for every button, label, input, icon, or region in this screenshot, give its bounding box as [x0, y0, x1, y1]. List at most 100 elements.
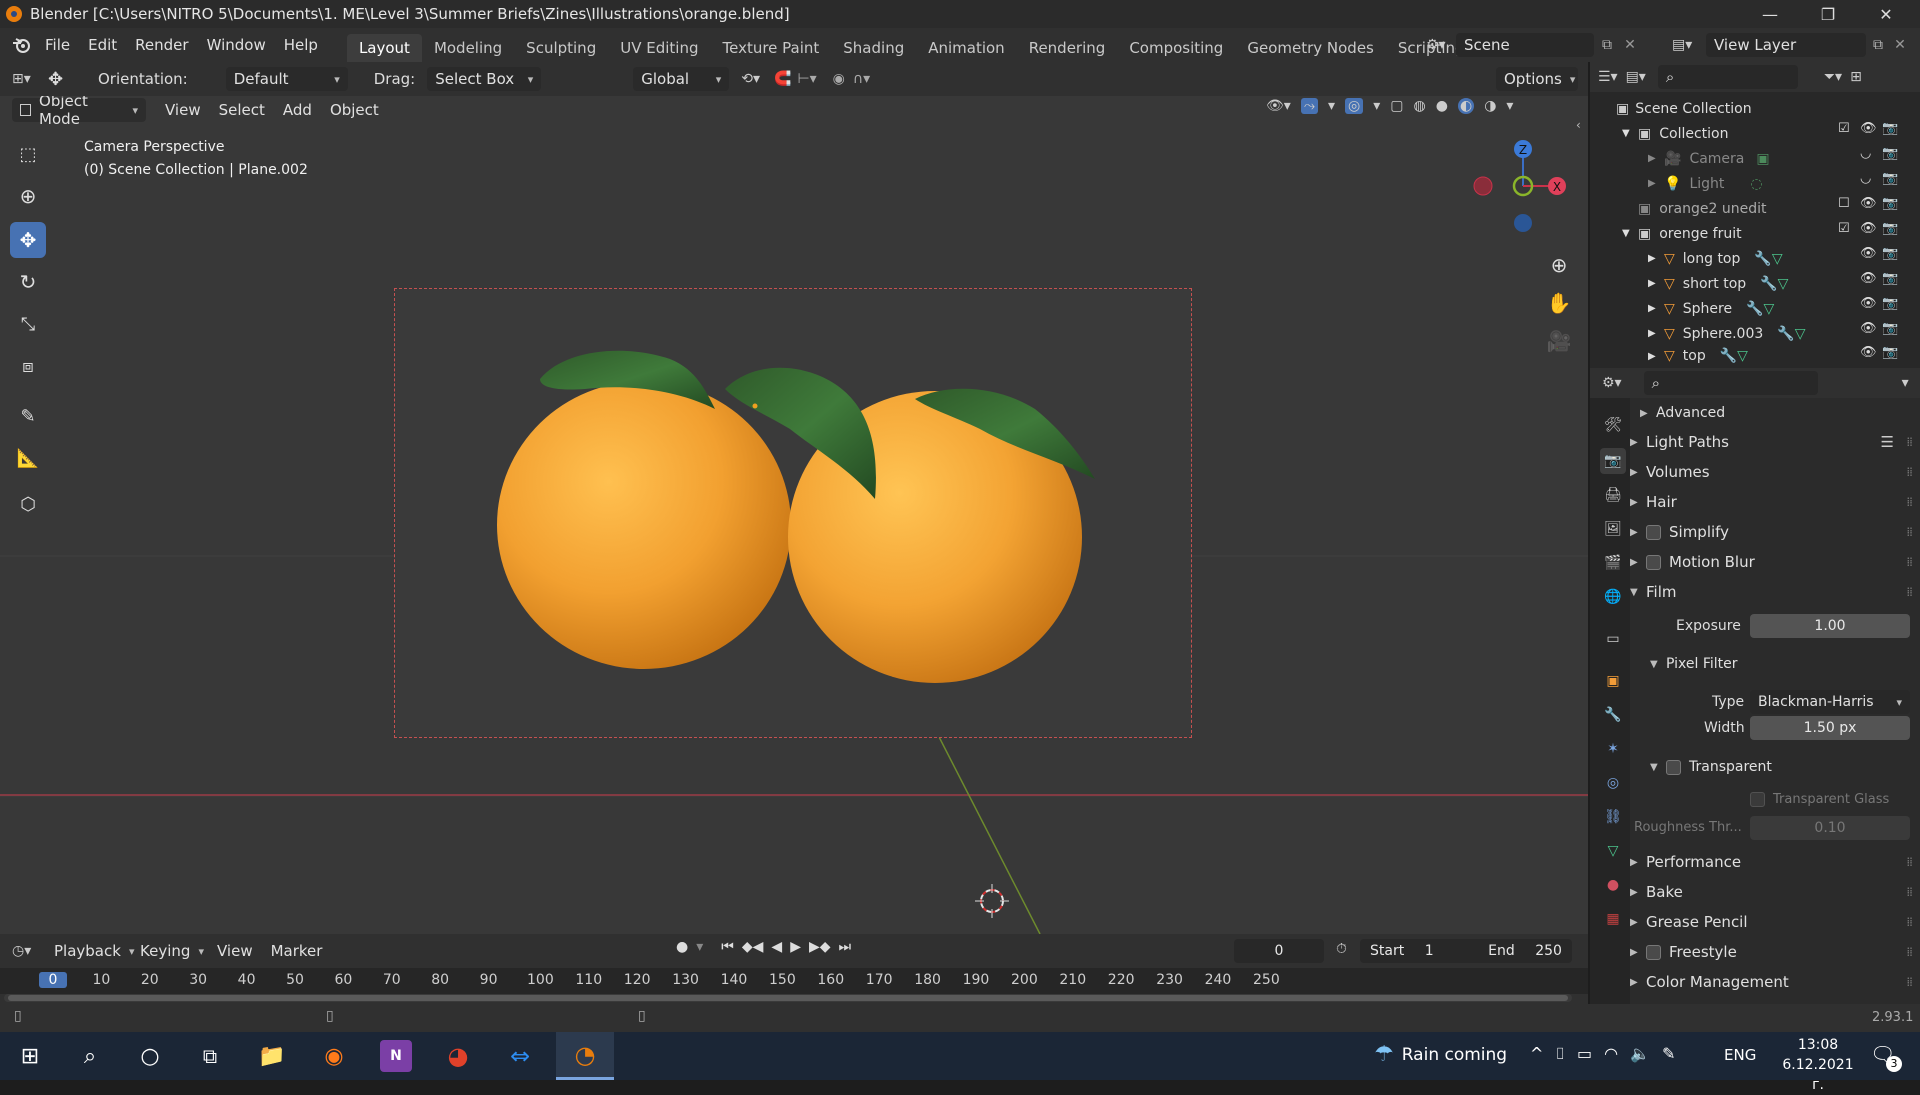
expand-arrow-icon[interactable]: ▶: [1648, 303, 1664, 314]
tab-compositing[interactable]: Compositing: [1117, 34, 1235, 62]
view-layer-selector[interactable]: ▤▾ View Layer ⧉ ✕: [1672, 33, 1910, 57]
blender-taskbar-icon[interactable]: ◔: [556, 1032, 614, 1080]
windows-start-icon[interactable]: ⊞: [14, 1040, 46, 1072]
eye-closed-icon[interactable]: ◡: [1860, 171, 1871, 186]
panel-motion-blur[interactable]: ▶ Motion Blur ⁞⁞: [1630, 548, 1920, 576]
gizmo-toggle-icon[interactable]: ⤳: [1300, 98, 1319, 114]
delete-scene-icon[interactable]: ✕: [1620, 37, 1640, 53]
measure-tool[interactable]: 📐: [10, 440, 46, 476]
panel-color-management[interactable]: ▶ Color Management ⁞⁞: [1630, 968, 1920, 996]
pan-hand-icon[interactable]: ✋: [1542, 284, 1576, 322]
3d-viewport[interactable]: Object Mode ▾ View Select Add Object 👁▾ ⤳…: [0, 96, 1588, 934]
outliner-row-scene-collection[interactable]: ▣ Scene Collection: [1590, 96, 1920, 121]
render-camera-icon[interactable]: 📷: [1882, 196, 1898, 211]
onenote-icon[interactable]: N: [380, 1040, 412, 1072]
current-frame-marker[interactable]: 0: [39, 972, 67, 988]
record-dropdown-icon[interactable]: ▾: [696, 939, 703, 955]
prev-keyframe-icon[interactable]: ◆◀: [742, 939, 764, 955]
motion-blur-checkbox[interactable]: [1646, 554, 1661, 570]
tool-tab-icon[interactable]: 🛠: [1600, 412, 1626, 438]
view-layer-tab-icon[interactable]: 🖼: [1600, 516, 1626, 542]
cursor-tool[interactable]: ⊕: [10, 178, 46, 214]
eye-icon[interactable]: 👁: [1860, 121, 1877, 136]
tab-animation[interactable]: Animation: [916, 34, 1016, 62]
panel-light-paths[interactable]: ▶ Light Paths ☰ ⁞⁞: [1630, 428, 1920, 456]
search-icon[interactable]: ⌕: [74, 1040, 106, 1072]
output-tab-icon[interactable]: 🖨: [1600, 482, 1626, 508]
material-tab-icon[interactable]: ●: [1600, 872, 1626, 898]
world-tab-icon[interactable]: 🌐: [1600, 584, 1626, 610]
render-camera-icon[interactable]: 📷: [1882, 221, 1898, 236]
proportional-edit-icon[interactable]: ◉: [833, 71, 845, 87]
tab-texture-paint[interactable]: Texture Paint: [710, 34, 831, 62]
panel-performance[interactable]: ▶ Performance ⁞⁞: [1630, 848, 1920, 876]
properties-editor-icon[interactable]: ⚙▾: [1602, 375, 1622, 391]
clock-icon[interactable]: ⏱: [1336, 941, 1347, 957]
frame-ruler[interactable]: 0 10 20 30 40 50 60 70 80 90 100 110 120 130 140 150 160…: [0, 968, 1588, 994]
tab-shading[interactable]: Shading: [831, 34, 916, 62]
expand-arrow-icon[interactable]: ▼: [1622, 228, 1638, 239]
scale-tool[interactable]: ⤡: [10, 306, 46, 342]
render-camera-icon[interactable]: 📷: [1882, 321, 1898, 336]
drag-grip-icon[interactable]: ⁞⁞: [1906, 915, 1913, 929]
transform-tool[interactable]: ⧈: [10, 348, 46, 384]
editor-type-icon[interactable]: ⊞▾: [12, 71, 48, 87]
jump-start-icon[interactable]: ⏮: [721, 939, 734, 955]
rotate-tool[interactable]: ↻: [10, 264, 46, 300]
file-explorer-icon[interactable]: 📁: [256, 1040, 288, 1072]
simplify-checkbox[interactable]: [1646, 524, 1661, 540]
expand-arrow-icon[interactable]: ▼: [1622, 128, 1638, 139]
view-layer-field[interactable]: View Layer: [1706, 33, 1866, 57]
menu-edit[interactable]: Edit: [79, 36, 126, 54]
exclude-checkbox[interactable]: ☑: [1838, 121, 1850, 136]
render-camera-icon[interactable]: 📷: [1882, 271, 1898, 286]
data-tab-icon[interactable]: ▽: [1600, 838, 1626, 864]
expand-arrow-icon[interactable]: ▶: [1648, 351, 1664, 362]
menu-window[interactable]: Window: [198, 36, 275, 54]
play-icon[interactable]: ▶: [790, 939, 801, 955]
texture-tab-icon[interactable]: ▦: [1600, 906, 1626, 932]
eye-icon[interactable]: 👁: [1860, 296, 1877, 311]
falloff-icon[interactable]: ∩▾: [853, 71, 870, 87]
drag-grip-icon[interactable]: ⁞⁞: [1906, 555, 1913, 569]
vp-menu-object[interactable]: Object: [321, 101, 388, 119]
tab-rendering[interactable]: Rendering: [1017, 34, 1118, 62]
annotate-tool[interactable]: ✎: [10, 398, 46, 434]
timeline-marker-menu[interactable]: Marker: [262, 942, 332, 960]
timeline-scrollbar[interactable]: [4, 994, 1572, 1002]
orientation-dropdown[interactable]: Default ▾: [225, 67, 348, 91]
drag-dropdown[interactable]: Select Box ▾: [427, 67, 542, 91]
camera-frame[interactable]: [394, 288, 1192, 738]
menu-render[interactable]: Render: [126, 36, 197, 54]
drag-grip-icon[interactable]: ⁞⁞: [1906, 465, 1913, 479]
sidebar-toggle-icon[interactable]: ‹: [1576, 118, 1581, 132]
zoom-icon[interactable]: ⊕: [1542, 246, 1576, 284]
drag-grip-icon[interactable]: ⁞⁞: [1906, 525, 1913, 539]
scene-tab-icon[interactable]: 🎬: [1600, 550, 1626, 576]
eye-icon[interactable]: 👁: [1860, 246, 1877, 261]
drag-grip-icon[interactable]: ⁞⁞: [1906, 495, 1913, 509]
expand-arrow-icon[interactable]: ▶: [1648, 253, 1664, 264]
drag-grip-icon[interactable]: ⁞⁞: [1906, 945, 1913, 959]
move-tool[interactable]: ✥: [10, 222, 46, 258]
panel-pixel-filter[interactable]: ▼ Pixel Filter: [1650, 650, 1920, 678]
eye-icon[interactable]: 👁: [1860, 345, 1877, 360]
select-box-tool[interactable]: ⬚: [10, 136, 46, 172]
firefox-icon[interactable]: ◉: [318, 1040, 350, 1072]
panel-simplify[interactable]: ▶ Simplify ⁞⁞: [1630, 518, 1920, 546]
battery-icon[interactable]: ▭: [1577, 1044, 1592, 1064]
panel-advanced[interactable]: ▶ Advanced: [1630, 399, 1920, 427]
properties-options-icon[interactable]: ▾: [1902, 375, 1909, 391]
panel-volumes[interactable]: ▶ Volumes ⁞⁞: [1630, 458, 1920, 486]
scene-field[interactable]: Scene: [1456, 33, 1594, 57]
transparent-checkbox[interactable]: [1666, 759, 1681, 775]
panel-bake[interactable]: ▶ Bake ⁞⁞: [1630, 878, 1920, 906]
drag-grip-icon[interactable]: ⁞⁞: [1906, 885, 1913, 899]
teamviewer-icon[interactable]: ⇔: [504, 1040, 536, 1072]
drag-grip-icon[interactable]: ⁞⁞: [1906, 855, 1913, 869]
constraints-tab-icon[interactable]: ⛓: [1600, 804, 1626, 830]
chrome-icon[interactable]: ◕: [442, 1040, 474, 1072]
tab-geometry-nodes[interactable]: Geometry Nodes: [1235, 34, 1386, 62]
vp-menu-select[interactable]: Select: [210, 101, 274, 119]
expand-arrow-icon[interactable]: ▶: [1648, 328, 1664, 339]
